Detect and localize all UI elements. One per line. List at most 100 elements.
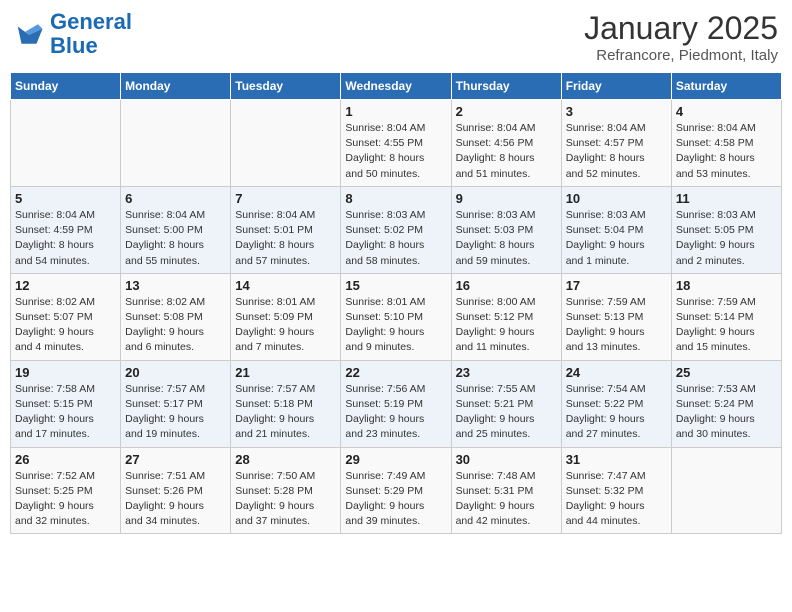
day-info: Sunrise: 8:04 AM Sunset: 4:58 PM Dayligh… <box>676 121 777 182</box>
day-info: Sunrise: 8:03 AM Sunset: 5:05 PM Dayligh… <box>676 208 777 269</box>
day-info: Sunrise: 8:03 AM Sunset: 5:02 PM Dayligh… <box>345 208 446 269</box>
calendar-cell: 25 Sunrise: 7:53 AM Sunset: 5:24 PM Dayli… <box>671 360 781 447</box>
day-number: 25 <box>676 365 777 380</box>
day-number: 20 <box>125 365 226 380</box>
day-info: Sunrise: 7:57 AM Sunset: 5:17 PM Dayligh… <box>125 382 226 443</box>
day-info: Sunrise: 8:04 AM Sunset: 4:55 PM Dayligh… <box>345 121 446 182</box>
day-number: 28 <box>235 452 336 467</box>
day-info: Sunrise: 8:02 AM Sunset: 5:08 PM Dayligh… <box>125 295 226 356</box>
calendar-cell: 21 Sunrise: 7:57 AM Sunset: 5:18 PM Dayli… <box>231 360 341 447</box>
calendar-cell: 5 Sunrise: 8:04 AM Sunset: 4:59 PM Daylig… <box>11 186 121 273</box>
calendar-subtitle: Refrancore, Piedmont, Italy <box>584 47 778 64</box>
calendar-cell: 11Sunrise: 8:03 AM Sunset: 5:05 PM Dayli… <box>671 186 781 273</box>
day-info: Sunrise: 8:03 AM Sunset: 5:03 PM Dayligh… <box>456 208 557 269</box>
weekday-header-wednesday: Wednesday <box>341 73 451 100</box>
logo-line2: Blue <box>50 33 98 58</box>
calendar-cell: 28 Sunrise: 7:50 AM Sunset: 5:28 PM Dayli… <box>231 447 341 534</box>
calendar-title: January 2025 <box>584 10 778 47</box>
calendar-cell: 22Sunrise: 7:56 AM Sunset: 5:19 PM Dayli… <box>341 360 451 447</box>
day-number: 10 <box>566 191 667 206</box>
day-info: Sunrise: 8:04 AM Sunset: 5:00 PM Dayligh… <box>125 208 226 269</box>
day-number: 7 <box>235 191 336 206</box>
day-info: Sunrise: 7:51 AM Sunset: 5:26 PM Dayligh… <box>125 469 226 530</box>
day-info: Sunrise: 8:04 AM Sunset: 5:01 PM Dayligh… <box>235 208 336 269</box>
calendar-cell: 8 Sunrise: 8:03 AM Sunset: 5:02 PM Daylig… <box>341 186 451 273</box>
calendar-cell: 27 Sunrise: 7:51 AM Sunset: 5:26 PM Dayli… <box>121 447 231 534</box>
day-info: Sunrise: 8:04 AM Sunset: 4:59 PM Dayligh… <box>15 208 116 269</box>
calendar-cell: 24 Sunrise: 7:54 AM Sunset: 5:22 PM Dayli… <box>561 360 671 447</box>
day-number: 30 <box>456 452 557 467</box>
day-number: 29 <box>345 452 446 467</box>
day-info: Sunrise: 7:57 AM Sunset: 5:18 PM Dayligh… <box>235 382 336 443</box>
day-info: Sunrise: 8:01 AM Sunset: 5:09 PM Dayligh… <box>235 295 336 356</box>
day-info: Sunrise: 8:01 AM Sunset: 5:10 PM Dayligh… <box>345 295 446 356</box>
calendar-cell: 23 Sunrise: 7:55 AM Sunset: 5:21 PM Dayli… <box>451 360 561 447</box>
calendar-cell: 3 Sunrise: 8:04 AM Sunset: 4:57 PM Daylig… <box>561 100 671 187</box>
calendar-cell: 20 Sunrise: 7:57 AM Sunset: 5:17 PM Dayli… <box>121 360 231 447</box>
day-number: 2 <box>456 104 557 119</box>
day-number: 5 <box>15 191 116 206</box>
calendar-cell: 30 Sunrise: 7:48 AM Sunset: 5:31 PM Dayli… <box>451 447 561 534</box>
day-info: Sunrise: 8:04 AM Sunset: 4:57 PM Dayligh… <box>566 121 667 182</box>
day-info: Sunrise: 7:58 AM Sunset: 5:15 PM Dayligh… <box>15 382 116 443</box>
calendar-cell: 4 Sunrise: 8:04 AM Sunset: 4:58 PM Daylig… <box>671 100 781 187</box>
weekday-header-friday: Friday <box>561 73 671 100</box>
day-number: 21 <box>235 365 336 380</box>
day-number: 6 <box>125 191 226 206</box>
calendar-cell: 1 Sunrise: 8:04 AM Sunset: 4:55 PM Daylig… <box>341 100 451 187</box>
day-number: 12 <box>15 278 116 293</box>
logo-text: General Blue <box>50 10 132 58</box>
day-info: Sunrise: 7:49 AM Sunset: 5:29 PM Dayligh… <box>345 469 446 530</box>
calendar-week-row: 26 Sunrise: 7:52 AM Sunset: 5:25 PM Dayli… <box>11 447 782 534</box>
day-number: 8 <box>345 191 446 206</box>
day-number: 18 <box>676 278 777 293</box>
day-number: 13 <box>125 278 226 293</box>
weekday-header-saturday: Saturday <box>671 73 781 100</box>
calendar-cell <box>121 100 231 187</box>
day-number: 3 <box>566 104 667 119</box>
calendar-cell <box>11 100 121 187</box>
weekday-header-tuesday: Tuesday <box>231 73 341 100</box>
day-info: Sunrise: 7:47 AM Sunset: 5:32 PM Dayligh… <box>566 469 667 530</box>
calendar-cell: 15 Sunrise: 8:01 AM Sunset: 5:10 PM Dayli… <box>341 273 451 360</box>
calendar-week-row: 1 Sunrise: 8:04 AM Sunset: 4:55 PM Daylig… <box>11 100 782 187</box>
day-info: Sunrise: 7:55 AM Sunset: 5:21 PM Dayligh… <box>456 382 557 443</box>
calendar-cell <box>671 447 781 534</box>
day-number: 24 <box>566 365 667 380</box>
day-info: Sunrise: 7:50 AM Sunset: 5:28 PM Dayligh… <box>235 469 336 530</box>
day-number: 27 <box>125 452 226 467</box>
day-info: Sunrise: 8:04 AM Sunset: 4:56 PM Dayligh… <box>456 121 557 182</box>
day-number: 14 <box>235 278 336 293</box>
weekday-header-sunday: Sunday <box>11 73 121 100</box>
calendar-cell: 13 Sunrise: 8:02 AM Sunset: 5:08 PM Dayli… <box>121 273 231 360</box>
page-header: General Blue January 2025 Refrancore, Pi… <box>10 10 782 64</box>
day-number: 31 <box>566 452 667 467</box>
calendar-cell: 19 Sunrise: 7:58 AM Sunset: 5:15 PM Dayli… <box>11 360 121 447</box>
calendar-cell: 9Sunrise: 8:03 AM Sunset: 5:03 PM Daylig… <box>451 186 561 273</box>
day-number: 16 <box>456 278 557 293</box>
calendar-week-row: 12Sunrise: 8:02 AM Sunset: 5:07 PM Dayli… <box>11 273 782 360</box>
title-block: January 2025 Refrancore, Piedmont, Italy <box>584 10 778 64</box>
day-number: 4 <box>676 104 777 119</box>
day-number: 1 <box>345 104 446 119</box>
calendar-table: SundayMondayTuesdayWednesdayThursdayFrid… <box>10 72 782 534</box>
day-number: 19 <box>15 365 116 380</box>
day-info: Sunrise: 7:54 AM Sunset: 5:22 PM Dayligh… <box>566 382 667 443</box>
logo-line1: General <box>50 9 132 34</box>
day-number: 15 <box>345 278 446 293</box>
calendar-week-row: 19 Sunrise: 7:58 AM Sunset: 5:15 PM Dayli… <box>11 360 782 447</box>
calendar-cell: 14 Sunrise: 8:01 AM Sunset: 5:09 PM Dayli… <box>231 273 341 360</box>
calendar-cell: 17Sunrise: 7:59 AM Sunset: 5:13 PM Dayli… <box>561 273 671 360</box>
calendar-cell <box>231 100 341 187</box>
day-number: 26 <box>15 452 116 467</box>
day-info: Sunrise: 7:59 AM Sunset: 5:14 PM Dayligh… <box>676 295 777 356</box>
calendar-week-row: 5 Sunrise: 8:04 AM Sunset: 4:59 PM Daylig… <box>11 186 782 273</box>
calendar-cell: 18 Sunrise: 7:59 AM Sunset: 5:14 PM Dayli… <box>671 273 781 360</box>
calendar-cell: 12Sunrise: 8:02 AM Sunset: 5:07 PM Dayli… <box>11 273 121 360</box>
calendar-cell: 31 Sunrise: 7:47 AM Sunset: 5:32 PM Dayli… <box>561 447 671 534</box>
day-number: 23 <box>456 365 557 380</box>
day-info: Sunrise: 7:52 AM Sunset: 5:25 PM Dayligh… <box>15 469 116 530</box>
day-info: Sunrise: 7:48 AM Sunset: 5:31 PM Dayligh… <box>456 469 557 530</box>
calendar-cell: 26 Sunrise: 7:52 AM Sunset: 5:25 PM Dayli… <box>11 447 121 534</box>
day-info: Sunrise: 7:53 AM Sunset: 5:24 PM Dayligh… <box>676 382 777 443</box>
